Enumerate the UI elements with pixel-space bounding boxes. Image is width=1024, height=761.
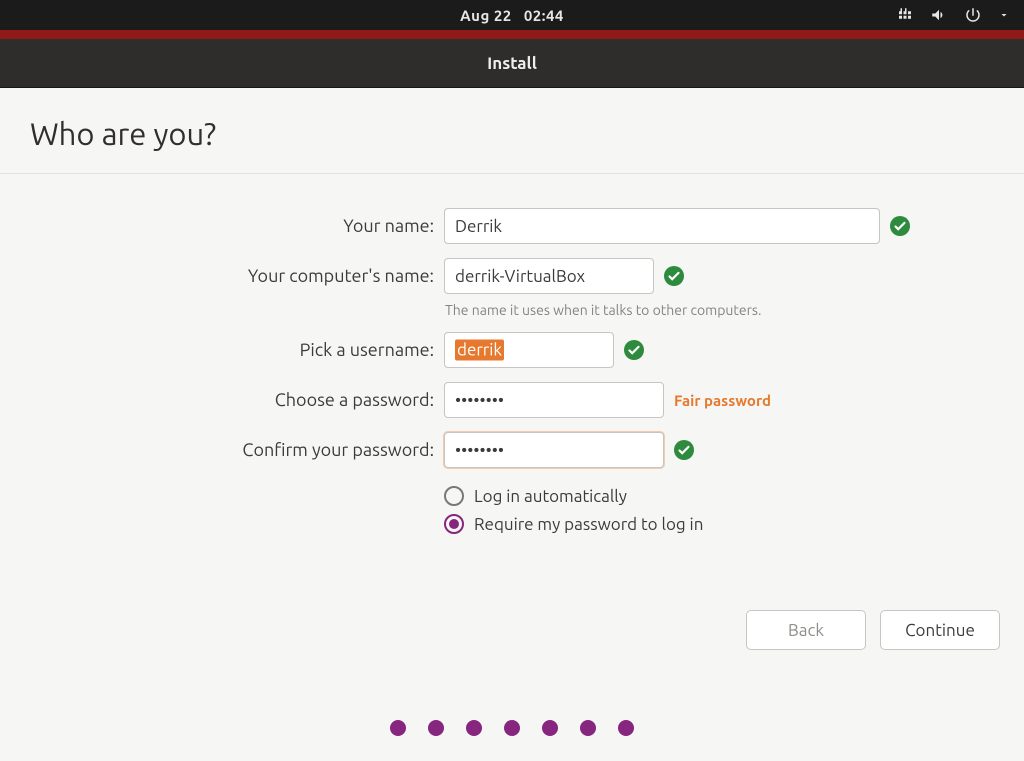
system-clock: Aug 22 02:44 bbox=[460, 7, 564, 24]
system-time: 02:44 bbox=[524, 7, 564, 24]
radio-require-password-label: Require my password to log in bbox=[474, 515, 703, 534]
checkmark-icon bbox=[890, 216, 910, 236]
radio-icon bbox=[444, 514, 464, 534]
password-strength-label: Fair password bbox=[674, 392, 771, 409]
progress-dot bbox=[504, 720, 520, 736]
hostname-input[interactable] bbox=[444, 258, 654, 294]
label-name: Your name: bbox=[30, 216, 434, 236]
network-icon[interactable] bbox=[896, 6, 914, 24]
label-confirm-password: Confirm your password: bbox=[30, 440, 434, 460]
dropdown-caret-icon[interactable] bbox=[998, 9, 1010, 21]
window-titlebar: Install bbox=[0, 39, 1024, 88]
confirm-password-input[interactable] bbox=[444, 432, 664, 468]
divider bbox=[0, 173, 1024, 174]
checkmark-icon bbox=[674, 440, 694, 460]
power-icon[interactable] bbox=[964, 6, 982, 24]
footer-buttons: Back Continue bbox=[746, 610, 1000, 650]
label-password: Choose a password: bbox=[30, 390, 434, 410]
back-button[interactable]: Back bbox=[746, 610, 866, 650]
radio-require-password[interactable]: Require my password to log in bbox=[444, 514, 994, 534]
system-tray bbox=[896, 0, 1010, 30]
progress-dot bbox=[618, 720, 634, 736]
window-title: Install bbox=[487, 54, 537, 73]
username-input[interactable] bbox=[444, 332, 614, 368]
progress-dot bbox=[580, 720, 596, 736]
radio-login-auto[interactable]: Log in automatically bbox=[444, 486, 994, 506]
progress-dot bbox=[466, 720, 482, 736]
system-topbar: Aug 22 02:44 bbox=[0, 0, 1024, 30]
progress-dots bbox=[390, 720, 634, 736]
system-date: Aug 22 bbox=[460, 7, 512, 24]
user-form: Your name: Your computer's name: The nam… bbox=[30, 208, 994, 534]
continue-button[interactable]: Continue bbox=[880, 610, 1000, 650]
progress-dot bbox=[542, 720, 558, 736]
hostname-help: The name it uses when it talks to other … bbox=[445, 302, 994, 318]
progress-dot bbox=[390, 720, 406, 736]
password-input[interactable] bbox=[444, 382, 664, 418]
login-mode-radios: Log in automatically Require my password… bbox=[444, 486, 994, 534]
checkmark-icon bbox=[664, 266, 684, 286]
checkmark-icon bbox=[624, 340, 644, 360]
page-title: Who are you? bbox=[30, 116, 994, 151]
volume-icon[interactable] bbox=[930, 6, 948, 24]
label-host: Your computer's name: bbox=[30, 266, 434, 286]
accent-strip bbox=[0, 30, 1024, 39]
label-username: Pick a username: bbox=[30, 340, 434, 360]
radio-login-auto-label: Log in automatically bbox=[474, 487, 627, 506]
progress-dot bbox=[428, 720, 444, 736]
name-input[interactable] bbox=[444, 208, 880, 244]
radio-icon bbox=[444, 486, 464, 506]
